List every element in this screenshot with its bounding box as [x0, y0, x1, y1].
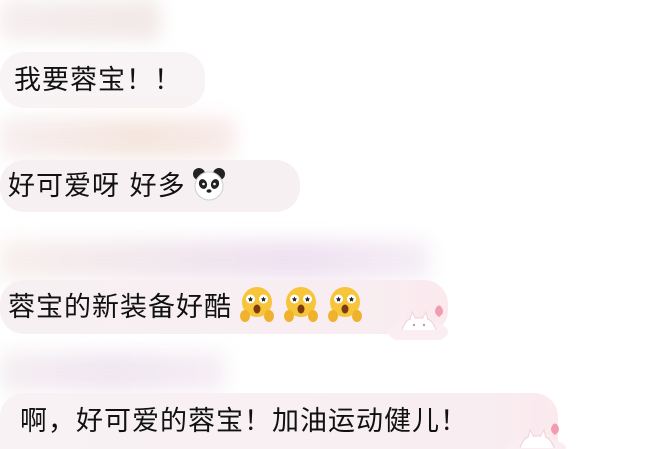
panda-face-icon	[192, 167, 226, 205]
starstruck-face-icon	[238, 285, 276, 329]
message-text-3: 蓉宝的新装备好酷	[8, 291, 232, 323]
blurred-username-2	[0, 118, 235, 158]
blurred-username-3	[0, 240, 430, 280]
blurred-username-1	[0, 0, 160, 40]
chat-bubble-2[interactable]: 好可爱呀 好多	[0, 160, 300, 212]
message-text-1: 我要蓉宝！！	[14, 64, 182, 96]
blurred-username-4	[0, 352, 225, 392]
message-text-2: 好可爱呀 好多	[8, 170, 186, 202]
chat-comment-screenshot: 我要蓉宝！！ 好可爱呀 好多 蓉宝的新装备好酷 啊，好可爱的蓉宝！加油运动健儿！	[0, 0, 647, 449]
bubble-sticker-decoration-icon	[500, 418, 570, 449]
chat-bubble-3[interactable]: 蓉宝的新装备好酷	[0, 280, 448, 334]
starstruck-face-icon	[326, 285, 364, 329]
chat-bubble-4[interactable]: 啊，好可爱的蓉宝！加油运动健儿！	[0, 393, 558, 449]
bubble-sticker-decoration-icon	[382, 300, 452, 344]
starstruck-face-icon	[282, 285, 320, 329]
message-text-4: 啊，好可爱的蓉宝！加油运动健儿！	[20, 405, 468, 437]
chat-bubble-1[interactable]: 我要蓉宝！！	[0, 52, 205, 108]
